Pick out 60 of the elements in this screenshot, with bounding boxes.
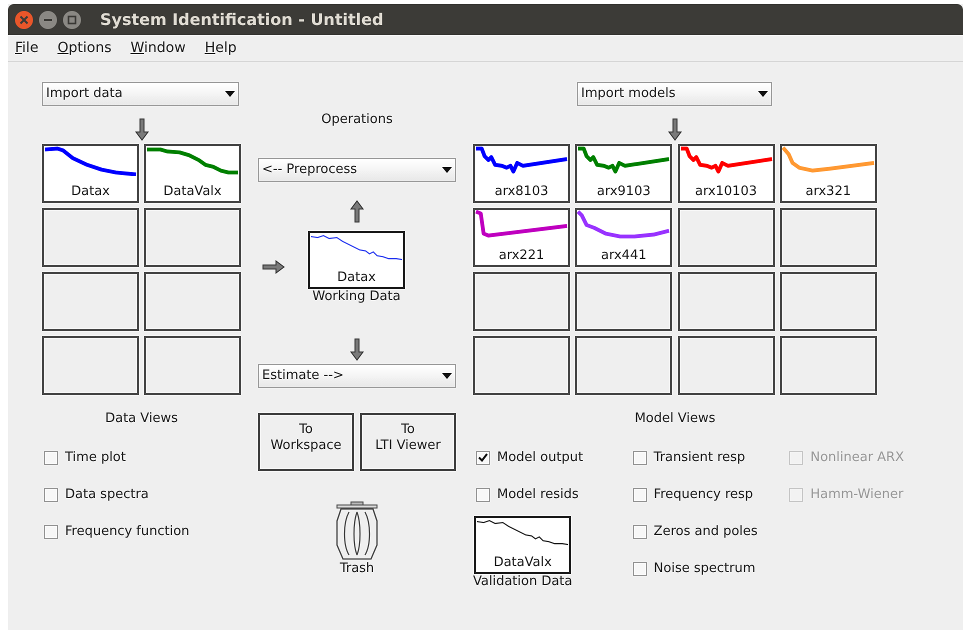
data-tile[interactable]: DataValx [144, 144, 241, 203]
checkbox[interactable] [632, 524, 647, 538]
menu-item[interactable]: File [14, 38, 40, 58]
down-arrow-icon [668, 118, 682, 141]
data-import-dropdown[interactable]: Import data [42, 82, 239, 106]
button[interactable]: To Workspace [258, 413, 354, 471]
model-tile[interactable]: arx441 [575, 208, 672, 267]
model-tile[interactable]: arx321 [780, 144, 877, 203]
caret-icon [442, 167, 452, 173]
section-title: Model Views [634, 410, 716, 428]
checkbox-option[interactable]: Noise spectrum [632, 560, 786, 576]
estimate-dropdown[interactable]: Estimate --> [258, 364, 456, 388]
model-tile[interactable]: arx8103 [473, 144, 570, 203]
checkbox[interactable] [632, 562, 647, 576]
down-arrow-icon [350, 338, 364, 361]
caret-icon [442, 373, 452, 379]
menu-item[interactable]: Window [129, 38, 187, 58]
checkbox[interactable] [632, 488, 647, 502]
checkbox-option: Nonlinear ARX [789, 450, 944, 466]
section-title: Data Views [104, 410, 179, 428]
checkbox-option[interactable]: Data spectra [44, 486, 241, 502]
checkbox-option[interactable]: Transient resp [632, 450, 786, 466]
caption: Working Data [312, 289, 401, 304]
close-icon[interactable] [14, 10, 34, 30]
checkbox[interactable] [476, 450, 490, 464]
model-tile[interactable]: arx221 [473, 208, 570, 267]
checkbox-option[interactable]: Zeros and poles [632, 524, 786, 540]
maximize-icon[interactable] [62, 10, 82, 30]
model-import-dropdown[interactable]: Import models [577, 82, 772, 106]
model-tile[interactable]: arx9103 [575, 144, 672, 203]
caption: Validation Data [473, 574, 572, 588]
checkbox-option[interactable]: Time plot [44, 450, 241, 466]
checkbox-option: Hamm-Wiener [789, 486, 944, 502]
working-data-tile[interactable]: Datax [308, 231, 405, 289]
checkbox[interactable] [632, 450, 647, 464]
window-title: System Identification - Untitled [100, 8, 384, 30]
checkbox[interactable] [44, 524, 58, 538]
checkbox-option[interactable]: Frequency function [44, 524, 241, 540]
menu-item[interactable]: Help [204, 38, 238, 58]
checkbox[interactable] [44, 488, 58, 502]
down-arrow-icon [134, 118, 148, 141]
menu-item[interactable]: Options [56, 38, 112, 58]
trash-icon[interactable] [335, 501, 379, 561]
caret-icon [225, 91, 235, 97]
minimize-icon[interactable] [38, 10, 58, 30]
model-tile[interactable]: arx10103 [678, 144, 774, 203]
up-arrow-icon [350, 200, 364, 223]
checkbox[interactable] [44, 450, 58, 464]
right-arrow-icon [262, 260, 285, 274]
checkbox-option[interactable]: Model output [476, 450, 630, 466]
trash-label: Trash [340, 561, 374, 576]
checkbox-option[interactable]: Frequency resp [632, 486, 786, 502]
validation-data-tile[interactable]: DataValx [474, 516, 572, 574]
caret-icon [758, 91, 768, 97]
checkbox-option[interactable]: Model resids [476, 486, 630, 502]
preprocess-dropdown[interactable]: <-- Preprocess [258, 158, 456, 182]
section-title: Operations [321, 112, 393, 127]
data-tile[interactable]: Datax [42, 144, 139, 203]
button[interactable]: To LTI Viewer [360, 413, 456, 471]
checkbox[interactable] [476, 488, 490, 502]
